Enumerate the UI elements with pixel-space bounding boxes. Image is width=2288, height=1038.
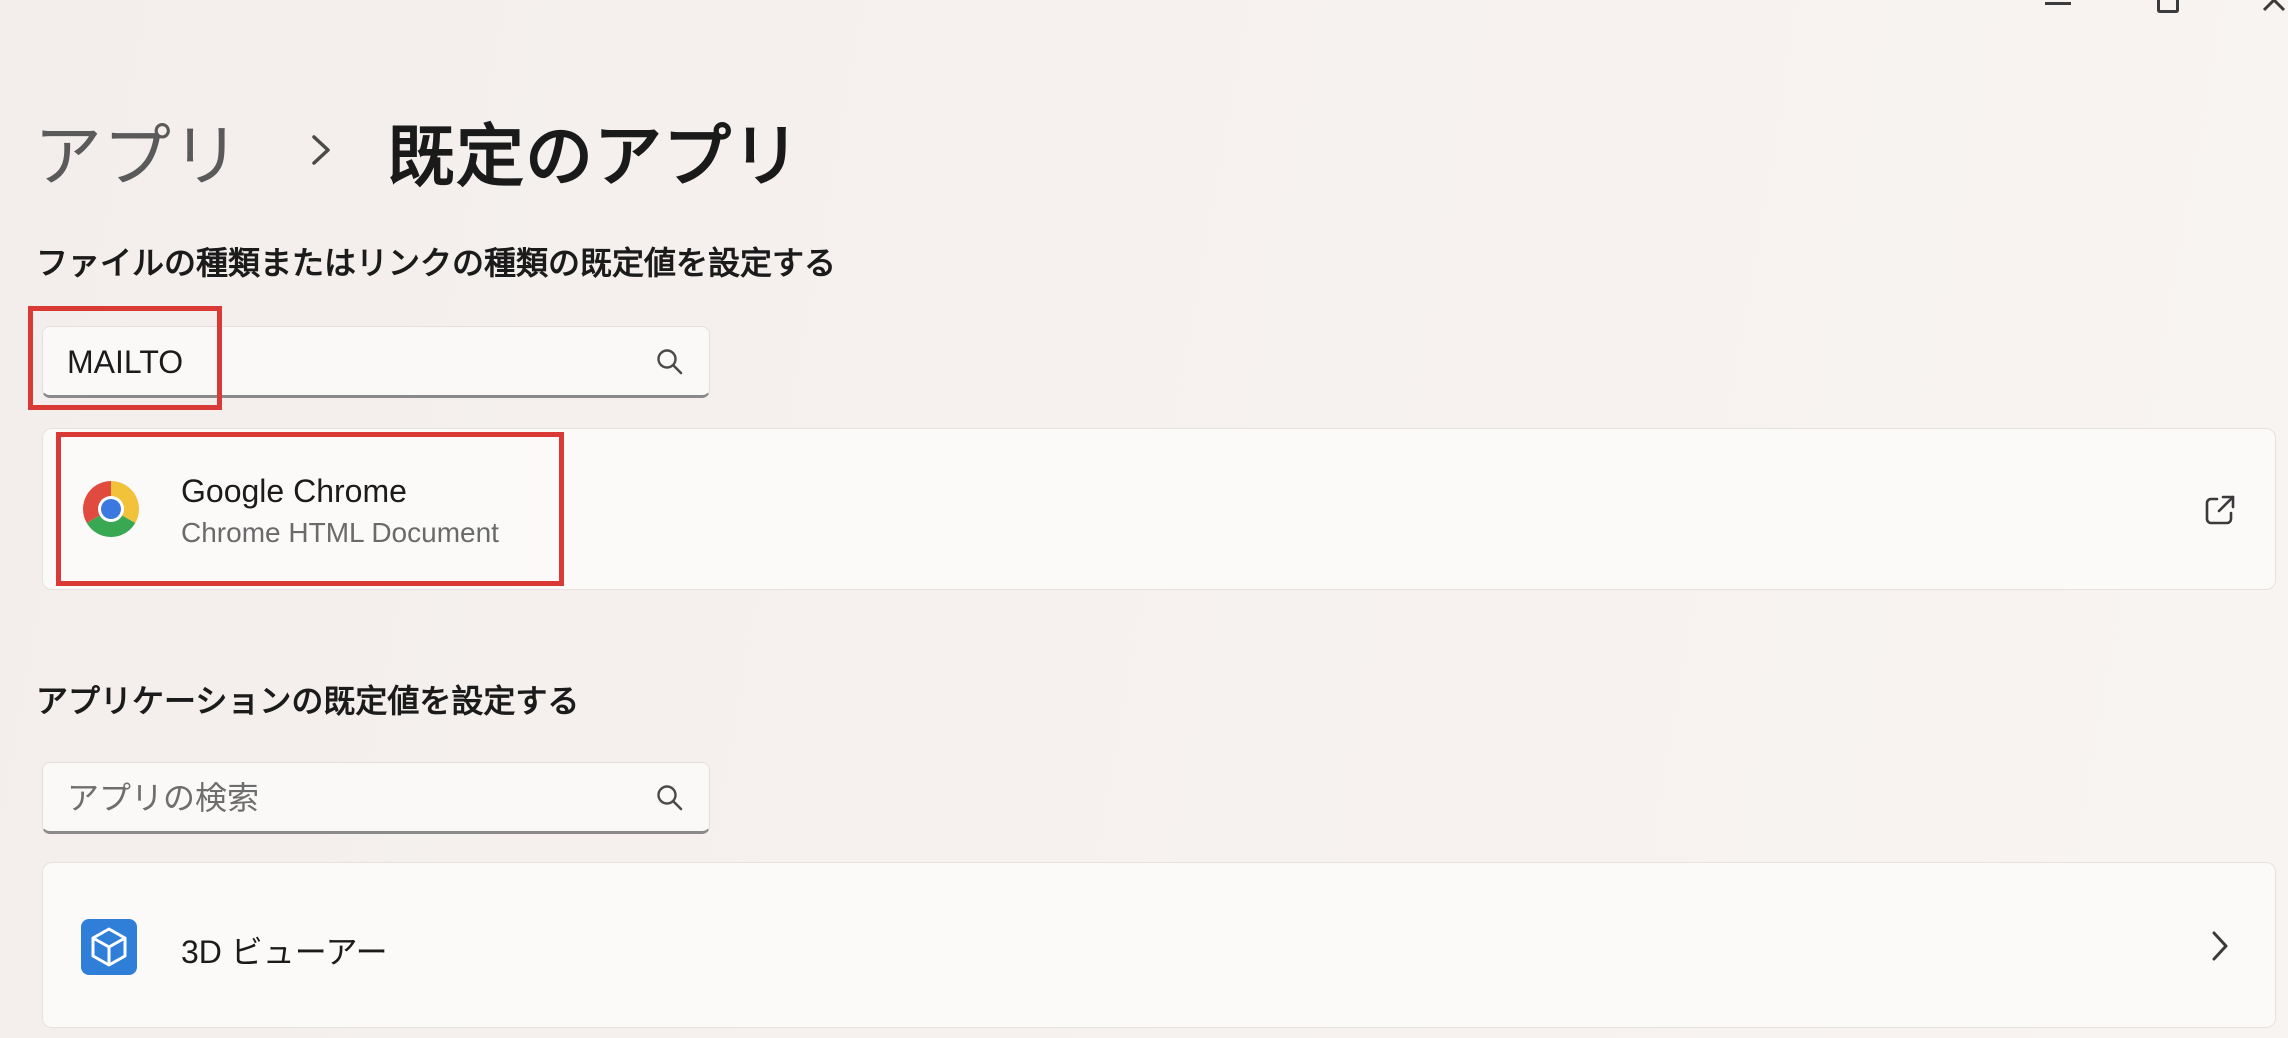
open-external-icon[interactable] <box>2203 493 2237 527</box>
list-item[interactable]: 3D ビューアー <box>42 862 2276 1028</box>
close-button[interactable] <box>2260 0 2288 14</box>
app-search-input[interactable] <box>65 773 629 823</box>
app-name: Google Chrome <box>181 473 407 509</box>
chevron-right-icon <box>291 120 351 180</box>
app-section-title: アプリケーションの既定値を設定する <box>36 682 580 720</box>
minimize-button[interactable] <box>2040 0 2076 14</box>
list-item-label: 3D ビューアー <box>181 934 388 970</box>
chrome-icon <box>82 481 140 538</box>
breadcrumb: アプリ 既定のアプリ <box>34 100 801 200</box>
chevron-right-icon <box>2212 931 2228 961</box>
file-type-section-title: ファイルの種類またはリンクの種類の既定値を設定する <box>36 244 837 282</box>
minimize-icon <box>2045 2 2071 5</box>
breadcrumb-parent-link[interactable]: アプリ <box>34 101 241 200</box>
file-type-description: Chrome HTML Document <box>181 517 499 548</box>
search-icon[interactable] <box>655 783 685 813</box>
maximize-button[interactable] <box>2150 0 2186 14</box>
default-app-card[interactable]: Google Chrome Chrome HTML Document <box>42 428 2276 590</box>
3d-viewer-icon <box>81 919 137 975</box>
search-icon[interactable] <box>655 347 685 377</box>
app-search-box <box>42 762 710 834</box>
page-title: 既定のアプリ <box>387 117 802 197</box>
close-icon <box>2262 0 2286 12</box>
file-type-search-box <box>42 326 710 398</box>
restore-icon <box>2157 0 2179 13</box>
file-type-search-input[interactable] <box>65 337 629 387</box>
